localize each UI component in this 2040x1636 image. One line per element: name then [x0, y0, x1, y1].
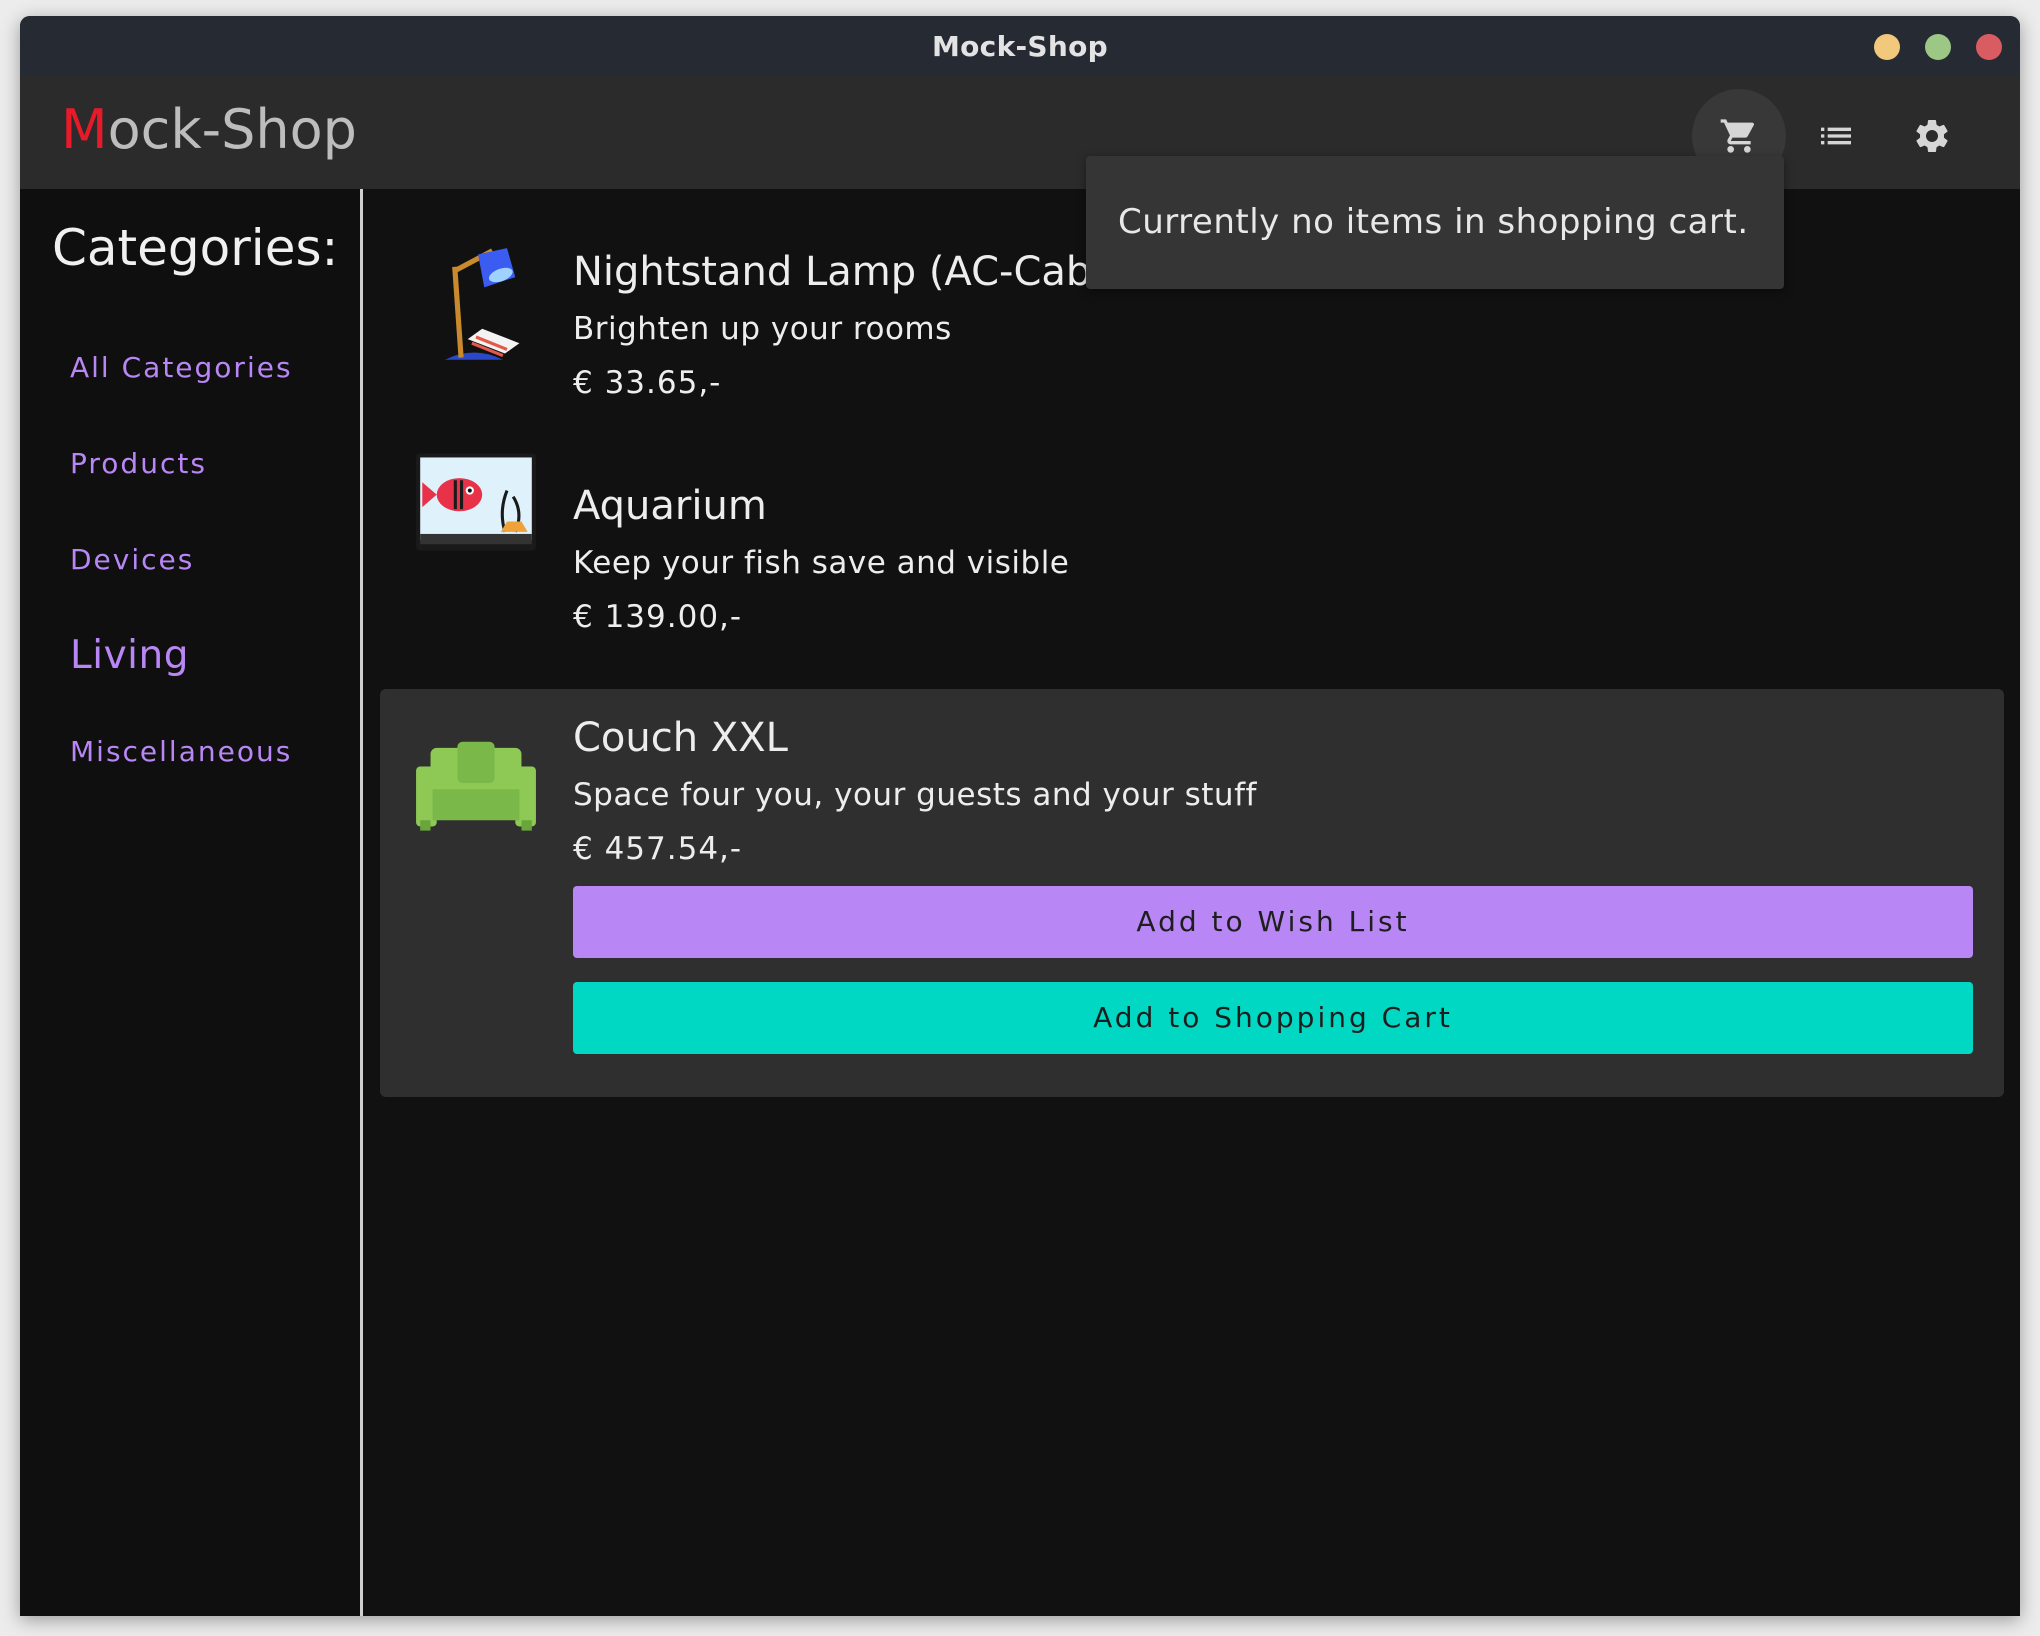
- categories-heading: Categories:: [52, 219, 339, 277]
- category-sidebar: Categories: All Categories Products Devi…: [20, 189, 363, 1616]
- product-item-aquarium[interactable]: Aquarium Keep your fish save and visible…: [380, 423, 2004, 653]
- product-price: € 139.00,-: [573, 599, 743, 635]
- wish-list-button[interactable]: [1789, 89, 1883, 183]
- cart-empty-message: Currently no items in shopping cart.: [1118, 202, 1749, 242]
- gear-icon: [1916, 119, 1948, 152]
- product-name: Couch XXL: [573, 715, 788, 761]
- category-miscellaneous[interactable]: Miscellaneous: [70, 735, 292, 768]
- product-description: Keep your fish save and visible: [573, 545, 1070, 581]
- logo-initial: M: [61, 98, 108, 161]
- add-to-shopping-cart-button[interactable]: Add to Shopping Cart: [573, 982, 1973, 1054]
- maximize-button[interactable]: [1925, 34, 1951, 60]
- category-devices[interactable]: Devices: [70, 543, 194, 576]
- product-price: € 33.65,-: [573, 365, 722, 401]
- logo-text: ock-Shop: [107, 98, 357, 161]
- product-price: € 457.54,-: [573, 831, 743, 867]
- title-bar: Mock-Shop: [20, 16, 2020, 76]
- category-living[interactable]: Living: [70, 633, 189, 678]
- minimize-button[interactable]: [1874, 34, 1900, 60]
- window-title: Mock-Shop: [931, 30, 1109, 63]
- settings-button[interactable]: [1885, 89, 1979, 183]
- category-products[interactable]: Products: [70, 447, 207, 480]
- product-list: Nightstand Lamp (AC-Cab Brighten up your…: [366, 189, 2020, 1616]
- product-item-couch[interactable]: Couch XXL Space four you, your guests an…: [380, 689, 2004, 1097]
- app-window: Mock-Shop Mock-Shop Categories: All Cate…: [20, 16, 2020, 1616]
- add-to-wish-list-button[interactable]: Add to Wish List: [573, 886, 1973, 958]
- app-logo: Mock-Shop: [61, 98, 357, 163]
- product-name: Aquarium: [573, 483, 767, 529]
- category-all[interactable]: All Categories: [70, 351, 293, 384]
- close-button[interactable]: [1976, 34, 2002, 60]
- lamp-icon: [445, 248, 520, 360]
- product-name: Nightstand Lamp (AC-Cab: [573, 249, 1092, 295]
- aquarium-icon: [416, 453, 536, 551]
- product-description: Space four you, your guests and your stu…: [573, 777, 1257, 813]
- cart-popover: Currently no items in shopping cart.: [1086, 156, 1784, 289]
- product-description: Brighten up your rooms: [573, 311, 952, 347]
- shopping-cart-icon: [1720, 119, 1755, 153]
- list-icon: [1821, 127, 1851, 145]
- couch-icon: [416, 741, 536, 831]
